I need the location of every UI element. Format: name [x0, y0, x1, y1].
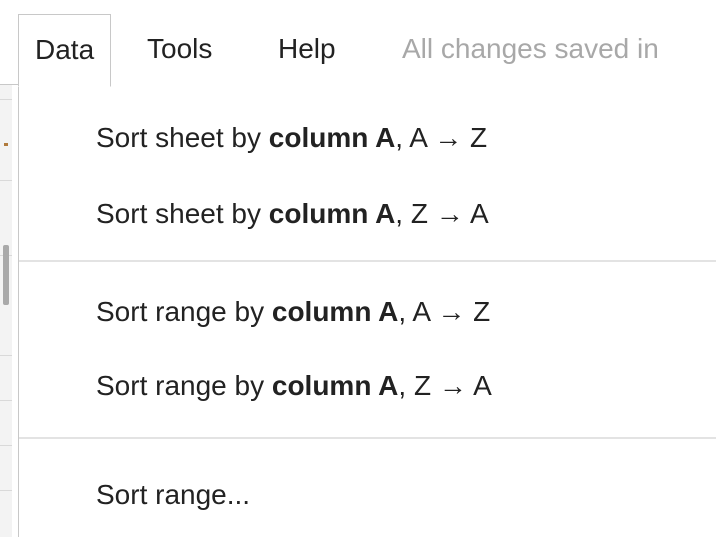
save-status: All changes saved in — [402, 33, 659, 64]
menu-data[interactable]: Data — [18, 14, 112, 87]
grid-line — [0, 445, 12, 446]
menu-help[interactable]: Help — [278, 30, 336, 68]
menu-item-label: Sort sheet by — [96, 122, 269, 153]
sort-sheet-z-a[interactable]: Sort sheet by column A, Z → A — [96, 195, 489, 233]
menu-separator — [19, 437, 716, 439]
menu-item-order: , Z → A — [398, 370, 492, 401]
menubar: Data Tools Help All changes saved in — [0, 0, 716, 87]
menu-item-order: , A → Z — [395, 122, 488, 153]
grid-line — [0, 99, 12, 100]
menu-item-column: column A — [268, 122, 396, 153]
menu-item-order: , A → Z — [398, 296, 491, 327]
menu-item-label: Sort range by — [96, 296, 272, 327]
menu-tools[interactable]: Tools — [147, 30, 212, 68]
data-dropdown-menu: Sort sheet by column A, A → Z Sort sheet… — [18, 84, 716, 537]
spreadsheet-edge — [0, 85, 12, 537]
sort-range-a-z[interactable]: Sort range by column A, A → Z — [96, 293, 490, 331]
sort-sheet-a-z[interactable]: Sort sheet by column A, A → Z — [96, 119, 487, 157]
grid-line — [0, 490, 12, 491]
menu-separator — [19, 260, 716, 262]
menu-item-column: column A — [271, 370, 399, 401]
grid-line — [0, 400, 12, 401]
menu-item-label: Sort range by — [96, 370, 272, 401]
cell-marker — [4, 143, 8, 146]
sort-range-dialog[interactable]: Sort range... — [96, 476, 250, 514]
menu-item-column: column A — [268, 198, 396, 229]
sort-range-z-a[interactable]: Sort range by column A, Z → A — [96, 367, 492, 405]
grid-line — [0, 355, 12, 356]
menu-item-column: column A — [271, 296, 399, 327]
scrollbar-thumb[interactable] — [3, 245, 9, 305]
screen: Data Tools Help All changes saved in Sor… — [0, 0, 716, 537]
menu-item-label: Sort sheet by — [96, 198, 269, 229]
menu-item-order: , Z → A — [395, 198, 489, 229]
grid-line — [0, 180, 12, 181]
